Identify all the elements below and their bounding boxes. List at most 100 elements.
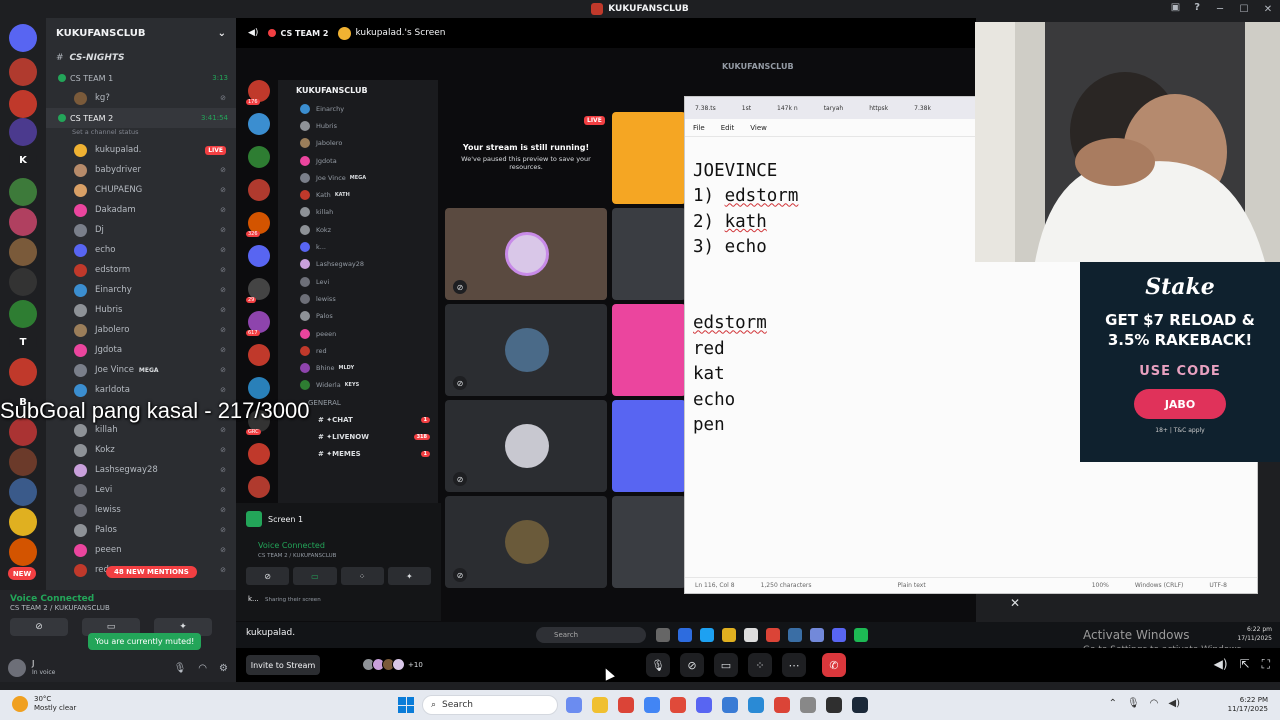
mic-muted-icon[interactable]: 🎙 — [174, 663, 187, 674]
category-row[interactable]: # CS-NIGHTS — [46, 48, 236, 68]
stream-channel-pill[interactable]: CS TEAM 2 — [268, 29, 328, 38]
avatar[interactable] — [8, 659, 26, 677]
voice-member[interactable]: Dj ⊘ — [46, 220, 236, 240]
voice-connected-subtitle[interactable]: CS TEAM 2 / KUKUFANSCLUB — [10, 604, 226, 612]
server-icon[interactable] — [9, 90, 37, 118]
invite-to-stream-button[interactable]: Invite to Stream — [246, 655, 320, 675]
voice-member[interactable]: kukupalad. LIVE — [46, 140, 236, 160]
server-icon[interactable] — [9, 178, 37, 206]
popout-icon[interactable]: ⇱ — [1240, 657, 1250, 672]
server-icon[interactable] — [9, 268, 37, 296]
voice-member[interactable]: Jabolero ⊘ — [46, 320, 236, 340]
guild-header[interactable]: KUKUFANSCLUB ⌄ — [46, 18, 236, 48]
share-screen-icon[interactable]: ▭ — [714, 653, 738, 677]
photos-icon[interactable] — [748, 697, 764, 713]
notepad-tab[interactable]: 1st — [742, 105, 751, 112]
taskbar-search[interactable]: ⌕ Search — [422, 695, 558, 715]
discord-icon[interactable] — [696, 697, 712, 713]
voice-member[interactable]: kg? ⊘ — [46, 88, 236, 108]
server-icon[interactable] — [9, 508, 37, 536]
voice-member[interactable]: karldota ⊘ — [46, 380, 236, 400]
voice-member[interactable]: Einarchy ⊘ — [46, 280, 236, 300]
notepad-tab[interactable]: 147k n — [777, 105, 798, 112]
voice-member[interactable]: CHUPAENG ⊘ — [46, 180, 236, 200]
voice-member[interactable]: echo ⊘ — [46, 240, 236, 260]
menu-view[interactable]: View — [750, 124, 767, 132]
close-overlay-icon[interactable]: ✕ — [1010, 596, 1020, 610]
start-button[interactable] — [398, 697, 414, 713]
file-explorer-icon[interactable] — [592, 697, 608, 713]
server-icon[interactable] — [9, 478, 37, 506]
camera-off-icon[interactable]: ⊘ — [680, 653, 704, 677]
server-icon[interactable] — [9, 208, 37, 236]
notepad-icon[interactable] — [722, 697, 738, 713]
browser-icon[interactable] — [774, 697, 790, 713]
voice-member[interactable]: Hubris ⊘ — [46, 300, 236, 320]
user-info[interactable]: J In voice — [32, 659, 55, 677]
participant-tile[interactable]: ⊘ — [445, 496, 607, 588]
server-icon[interactable] — [9, 358, 37, 386]
voice-member[interactable]: peeen ⊘ — [46, 540, 236, 560]
server-icon[interactable] — [9, 448, 37, 476]
chrome-icon[interactable] — [618, 697, 634, 713]
participant-tile[interactable]: ⊘ — [445, 304, 607, 396]
participant-tile[interactable]: ⊘ — [445, 400, 607, 492]
notepad-tab[interactable]: taryah — [824, 105, 844, 112]
voice-member[interactable]: edstorm ⊘ — [46, 260, 236, 280]
server-icon[interactable] — [9, 238, 37, 266]
notepad-tab[interactable]: httpsk — [869, 105, 888, 112]
notepad-tab[interactable]: 7.38k — [914, 105, 931, 112]
voice-member[interactable]: lewiss ⊘ — [46, 500, 236, 520]
notepad-tab[interactable]: 7.38.ts — [695, 105, 716, 112]
server-icon[interactable] — [9, 58, 37, 86]
fullscreen-icon[interactable]: ⛶ — [1262, 657, 1270, 672]
mic-muted-icon[interactable]: 🎙 — [646, 653, 670, 677]
notepad-text[interactable]: JOEVINCE 1) edstorm 2) kath 3) echo edstorm r… — [693, 159, 798, 438]
stream-screen-pill[interactable]: kukupalad.'s Screen — [338, 26, 446, 40]
chevron-up-icon[interactable]: ⌃ — [1109, 698, 1117, 709]
set-channel-status-link[interactable]: Set a channel status — [46, 128, 236, 140]
voice-member[interactable]: Joe Vince MEGA ⊘ — [46, 360, 236, 380]
gear-icon[interactable]: ⚙ — [219, 663, 228, 674]
voice-member[interactable]: Kokz ⊘ — [46, 440, 236, 460]
close-button[interactable]: ✕ — [1256, 0, 1280, 18]
participant-tile[interactable]: ⊘ — [445, 208, 607, 300]
mic-icon[interactable]: 🎙 — [1127, 698, 1140, 709]
menu-edit[interactable]: Edit — [721, 124, 735, 132]
headphones-icon[interactable]: ◠ — [198, 663, 207, 674]
end-call-button[interactable]: ✆ — [822, 653, 846, 677]
help-icon[interactable]: ? — [1194, 2, 1200, 13]
server-icon[interactable] — [9, 300, 37, 328]
steam-icon[interactable] — [852, 697, 868, 713]
voice-member[interactable]: babydriver ⊘ — [46, 160, 236, 180]
wifi-icon[interactable]: ◠ — [1150, 698, 1159, 709]
server-icon[interactable] — [9, 538, 37, 566]
stream-viewers[interactable]: +10 — [362, 658, 423, 671]
voice-member[interactable]: Levi ⊘ — [46, 480, 236, 500]
camera-off-button[interactable]: ⊘ — [10, 618, 68, 636]
inbox-icon[interactable]: ▣ — [1171, 2, 1180, 13]
new-mentions-button[interactable]: 48 NEW MENTIONS — [106, 566, 197, 578]
voice-member[interactable]: Lashsegway28 ⊘ — [46, 460, 236, 480]
voice-member[interactable]: Dakadam ⊘ — [46, 200, 236, 220]
server-icon[interactable]: K — [9, 146, 37, 174]
voice-member[interactable]: Jgdota ⊘ — [46, 340, 236, 360]
server-icon[interactable]: T — [9, 328, 37, 356]
voice-connected-title[interactable]: Voice Connected — [10, 594, 226, 604]
chrome-icon[interactable] — [644, 697, 660, 713]
taskbar-clock[interactable]: 6:22 PM 11/17/2025 — [1228, 696, 1268, 714]
voice-channel-cs-team-1[interactable]: CS TEAM 1 3:13 — [46, 68, 236, 88]
weather-widget[interactable]: 30°C Mostly clear — [12, 695, 76, 713]
server-icon[interactable] — [9, 24, 37, 52]
volume-icon[interactable]: ◀) — [1168, 698, 1180, 709]
xbox-icon[interactable] — [826, 697, 842, 713]
voice-channel-cs-team-2[interactable]: CS TEAM 2 3:41:54 — [46, 108, 236, 128]
server-icon[interactable] — [9, 118, 37, 146]
copilot-icon[interactable] — [566, 697, 582, 713]
tool-icon[interactable] — [800, 697, 816, 713]
maximize-button[interactable]: ☐ — [1232, 0, 1256, 18]
new-servers-pill[interactable]: NEW — [8, 567, 36, 580]
more-icon[interactable]: ⋯ — [782, 653, 806, 677]
minimize-button[interactable]: ─ — [1208, 0, 1232, 18]
activities-icon[interactable]: ⁘ — [748, 653, 772, 677]
